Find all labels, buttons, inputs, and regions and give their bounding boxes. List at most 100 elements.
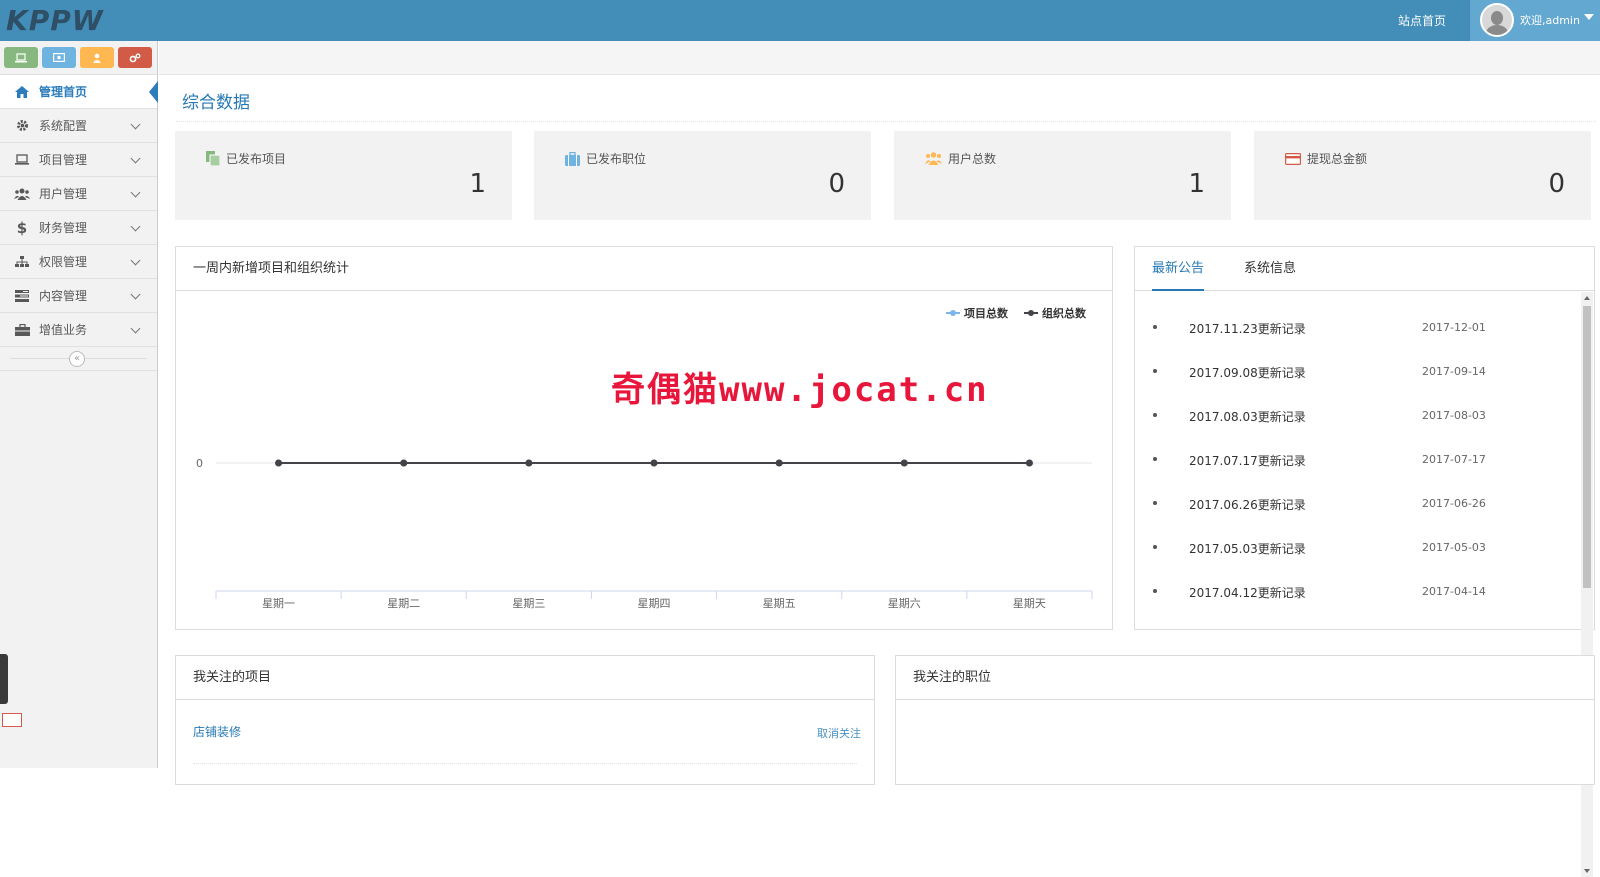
notice-date: 2017-08-03 [1422,409,1486,422]
stat-label: 用户总数 [948,152,997,166]
shortcut-money-button[interactable] [42,47,76,68]
chevron-down-icon [130,221,141,232]
scrollbar-thumb[interactable] [1583,306,1591,588]
y-tick-label: 0 [196,457,203,470]
notice-title[interactable]: 2017.07.17更新记录 [1189,452,1306,469]
notice-title[interactable]: 2017.11.23更新记录 [1189,320,1306,337]
notice-item[interactable]: 2017.04.12更新记录 2017-04-14 [1153,575,1513,619]
notice-item[interactable]: 2017.08.03更新记录 2017-08-03 [1153,399,1513,443]
notice-item[interactable]: 2017.05.03更新记录 2017-05-03 [1153,531,1513,575]
notice-item[interactable]: 2017.06.26更新记录 2017-06-26 [1153,487,1513,531]
users-icon [925,152,942,165]
sidebar-item-user-management[interactable]: 用户管理 [0,177,157,211]
chevron-down-icon [130,153,141,164]
sidebar-item-label: 系统配置 [39,119,88,133]
notice-date: 2017-06-26 [1422,497,1486,510]
shortcut-settings-button[interactable] [118,47,152,68]
chevron-down-icon [130,323,141,334]
data-point [1025,459,1033,467]
stat-card-published-projects: 已发布项目 1 [175,131,512,220]
sidebar: 管理首页 系统配置 项目管理 用户管理 $ 财务管理 权限管理 内容管理 增值业… [0,41,158,768]
laptop-icon [14,153,30,167]
money-icon [53,53,65,62]
x-tick-label: 星期二 [387,597,420,610]
followed-project-link[interactable]: 店铺装修 [193,723,241,740]
sidebar-item-value-added[interactable]: 增值业务 [0,313,157,347]
stat-value: 1 [1188,169,1205,199]
user-menu[interactable]: 欢迎,admin [1470,0,1600,41]
tab-latest-notices[interactable]: 最新公告 [1152,247,1205,291]
sidebar-item-label: 权限管理 [39,255,88,269]
followed-jobs-panel: 我关注的职位 [895,655,1595,785]
notice-item[interactable]: 2017.07.17更新记录 2017-07-17 [1153,443,1513,487]
sidebar-item-project-management[interactable]: 项目管理 [0,143,157,177]
users-icon [14,187,30,201]
bullet-icon [1153,457,1157,461]
logo[interactable]: KPPW [6,4,104,37]
sidebar-item-label: 增值业务 [39,323,88,337]
chevron-down-icon [130,187,141,198]
page-title: 综合数据 [182,93,250,113]
caret-down-icon [1584,14,1594,20]
stat-label: 提现总金额 [1307,152,1368,166]
top-navbar: KPPW 站点首页 欢迎,admin [0,0,1600,41]
files-icon [206,151,220,166]
sidebar-item-finance-management[interactable]: $ 财务管理 [0,211,157,245]
scroll-up-arrow-icon[interactable] [1584,296,1590,300]
notice-item[interactable]: 2017.09.08更新记录 2017-09-14 [1153,355,1513,399]
briefcase-icon [14,323,30,337]
notice-item[interactable]: 2017.11.23更新记录 2017-12-01 [1153,311,1513,355]
suitcase-icon [565,151,580,166]
bullet-icon [1153,413,1157,417]
sidebar-item-label: 财务管理 [39,221,88,235]
x-tick-label: 星期四 [638,597,671,610]
shortcut-laptop-button[interactable] [4,47,38,68]
notice-title[interactable]: 2017.09.08更新记录 [1189,364,1306,381]
data-point [900,459,908,467]
notice-title[interactable]: 2017.08.03更新记录 [1189,408,1306,425]
x-tick-label: 星期一 [262,597,295,610]
sidebar-item-system-config[interactable]: 系统配置 [0,109,157,143]
x-tick-label: 星期三 [512,597,545,610]
sidebar-collapse-row: « [0,347,157,371]
sidebar-item-label: 项目管理 [39,153,88,167]
avatar [1480,3,1514,37]
divider [193,763,857,764]
collapse-sidebar-button[interactable]: « [69,351,85,367]
sidebar-item-dashboard[interactable]: 管理首页 [0,75,158,109]
bullet-icon [1153,369,1157,373]
divider [176,121,1596,122]
notice-date: 2017-09-14 [1422,365,1486,378]
notice-title[interactable]: 2017.06.26更新记录 [1189,496,1306,513]
panel-title: 一周内新增项目和组织统计 [176,247,1112,291]
scroll-down-arrow-icon[interactable] [1584,869,1590,873]
sidebar-item-label: 管理首页 [39,85,88,99]
x-tick-label: 星期天 [1013,597,1046,610]
laptop-icon [15,52,27,62]
bullet-icon [1153,501,1157,505]
followed-projects-panel: 我关注的项目 店铺装修 取消关注 [175,655,875,785]
notice-date: 2017-07-17 [1422,453,1486,466]
notice-title[interactable]: 2017.04.12更新记录 [1189,584,1306,601]
shortcut-user-button[interactable] [80,47,114,68]
sidebar-item-content-management[interactable]: 内容管理 [0,279,157,313]
scrollbar[interactable] [1581,292,1593,877]
data-point [775,459,783,467]
sidebar-item-permission-management[interactable]: 权限管理 [0,245,157,279]
credit-card-icon [1285,152,1301,165]
site-home-link[interactable]: 站点首页 [1398,12,1446,29]
tab-system-info[interactable]: 系统信息 [1244,247,1296,291]
notice-title[interactable]: 2017.05.03更新记录 [1189,540,1306,557]
tasks-icon [14,289,30,303]
user-icon [93,53,101,63]
floating-widget[interactable] [0,654,8,704]
stat-label: 已发布项目 [226,152,287,166]
stat-card-total-withdrawal: 提现总金额 0 [1254,131,1591,220]
unfollow-button[interactable]: 取消关注 [817,725,861,741]
chevron-down-icon [130,119,141,130]
home-icon [14,85,30,99]
stat-card-total-users: 用户总数 1 [894,131,1231,220]
cogs-icon [129,53,141,62]
floating-badge-icon[interactable] [2,713,22,727]
panel-title: 我关注的职位 [896,656,1594,700]
